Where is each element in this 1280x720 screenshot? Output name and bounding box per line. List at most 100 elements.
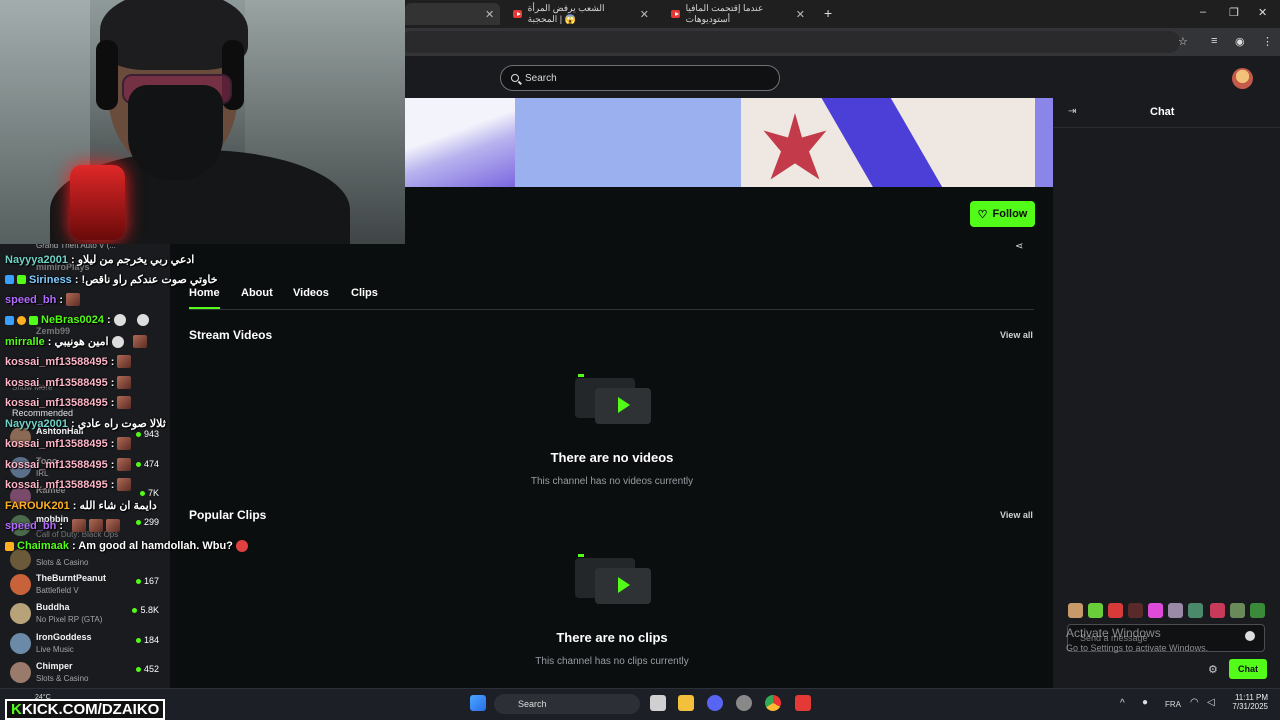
tab-about[interactable]: About bbox=[241, 287, 273, 299]
overlay-chat-message: Nayyya2001 : ثلالا صوت راه عادي bbox=[5, 417, 166, 431]
follow-button[interactable]: ♡ Follow bbox=[970, 201, 1035, 227]
send-chat-button[interactable]: Chat bbox=[1229, 659, 1267, 679]
overlay-username: speed_bh bbox=[5, 293, 57, 306]
taskbar-clock[interactable]: 11:11 PM 7/31/2025 bbox=[1228, 693, 1268, 711]
discord-icon[interactable] bbox=[707, 695, 723, 711]
youtube-taskbar-icon[interactable] bbox=[795, 695, 811, 711]
browser-tab-1[interactable]: الشعب يرفض المرأة المحجبة | 😱 ✕ bbox=[505, 3, 657, 25]
search-input[interactable]: Search bbox=[500, 65, 780, 91]
activate-windows-title: Activate Windows bbox=[1066, 626, 1161, 640]
tray-chevron-icon[interactable]: ^ bbox=[1120, 698, 1125, 709]
emote-icon bbox=[117, 458, 132, 471]
sidebar-channel[interactable]: Buddha No Pixel RP (GTA) 5.8K bbox=[10, 600, 165, 628]
emote-icon bbox=[89, 519, 104, 532]
close-window-button[interactable]: ✕ bbox=[1258, 6, 1267, 19]
emote-icon[interactable] bbox=[1108, 603, 1123, 618]
tab-home[interactable]: Home bbox=[189, 287, 220, 309]
collapse-chat-icon[interactable]: ⇥ bbox=[1068, 106, 1076, 117]
channel-avatar bbox=[10, 633, 31, 654]
viewer-count: 299 bbox=[135, 517, 159, 527]
bookmark-star-icon[interactable]: ☆ bbox=[1178, 35, 1188, 48]
overlay-chat-message: NeBras0024 : bbox=[5, 314, 149, 326]
channel-category: Live Music bbox=[36, 645, 74, 654]
app-icon[interactable] bbox=[736, 695, 752, 711]
overlay-text: : ثلالا صوت راه عادي bbox=[71, 418, 166, 430]
overlay-text: : bbox=[110, 437, 115, 450]
stream-url-overlay: KKICK.COM/DZAIKO bbox=[5, 699, 166, 720]
channel-avatar bbox=[10, 549, 31, 570]
emote-icon[interactable] bbox=[1088, 603, 1103, 618]
address-bar[interactable] bbox=[400, 31, 1180, 53]
clock-time: 11:11 PM bbox=[1234, 693, 1268, 702]
live-dot-icon bbox=[135, 432, 141, 438]
no-clips-title: There are no clips bbox=[556, 630, 668, 645]
search-icon bbox=[511, 74, 519, 82]
browser-tab-active[interactable]: ✕ bbox=[405, 3, 500, 25]
language-indicator[interactable]: FRA bbox=[1165, 700, 1181, 709]
overlay-chat-message: kossai_mf13588495 : bbox=[5, 396, 132, 409]
overlay-chat-message: speed_bh : bbox=[5, 519, 121, 532]
live-dot-icon bbox=[135, 520, 141, 526]
emote-icon[interactable] bbox=[1148, 603, 1163, 618]
emote-icon[interactable] bbox=[1128, 603, 1143, 618]
overlay-text: : !خاوتي صوت عندكم راو ناقص bbox=[74, 274, 218, 286]
task-view-icon[interactable] bbox=[650, 695, 666, 711]
windows-taskbar bbox=[0, 688, 1280, 720]
close-tab-icon[interactable]: ✕ bbox=[485, 8, 494, 21]
emote-icon[interactable] bbox=[1210, 603, 1225, 618]
share-icon[interactable]: ⋖ bbox=[1015, 241, 1023, 252]
overlay-chat-message: kossai_mf13588495 : bbox=[5, 376, 132, 389]
overlay-username: kossai_mf13588495 bbox=[5, 458, 108, 471]
overlay-chat-message: speed_bh : bbox=[5, 293, 81, 306]
overlay-username: kossai_mf13588495 bbox=[5, 376, 108, 389]
microphone-tray-icon[interactable]: ● bbox=[1142, 697, 1148, 708]
follow-label: Follow bbox=[992, 208, 1028, 220]
volume-icon[interactable]: ◁ bbox=[1207, 697, 1215, 708]
user-avatar[interactable] bbox=[1232, 68, 1253, 89]
headphones-left bbox=[96, 40, 118, 110]
youtube-icon bbox=[671, 10, 680, 18]
emote-icon[interactable] bbox=[1230, 603, 1245, 618]
popular-clips-title: Popular Clips bbox=[189, 508, 267, 522]
view-all-videos-link[interactable]: View all bbox=[1000, 330, 1033, 340]
new-tab-button[interactable]: + bbox=[824, 5, 832, 21]
crown-badge-icon bbox=[5, 541, 14, 551]
sidebar-channel[interactable]: IronGoddess Live Music 184 bbox=[10, 630, 165, 658]
minimize-button[interactable]: – bbox=[1200, 6, 1206, 18]
media-control-icon[interactable]: ≡ bbox=[1211, 35, 1217, 47]
emote-icon[interactable] bbox=[1250, 603, 1265, 618]
close-tab-icon[interactable]: ✕ bbox=[640, 8, 649, 21]
view-all-clips-link[interactable]: View all bbox=[1000, 510, 1033, 520]
badge-icon bbox=[17, 275, 26, 284]
overlay-username: Siriness bbox=[29, 273, 72, 286]
restore-button[interactable]: ❐ bbox=[1229, 6, 1239, 19]
chrome-icon[interactable] bbox=[765, 695, 781, 711]
channel-banner bbox=[405, 98, 1053, 187]
emoji-picker-icon[interactable] bbox=[1245, 631, 1255, 641]
overlay-text: : bbox=[110, 396, 115, 409]
profile-icon[interactable]: ◉ bbox=[1235, 35, 1245, 48]
overlay-chat-message: kossai_mf13588495 : bbox=[5, 437, 132, 450]
browser-tab-2[interactable]: عندما إقتحمت المافيا أستوديوهات ✕ bbox=[663, 3, 813, 25]
emote-icon[interactable] bbox=[1068, 603, 1083, 618]
chat-panel bbox=[1053, 98, 1280, 688]
overlay-username: Chaimaak bbox=[17, 540, 69, 552]
file-explorer-icon[interactable] bbox=[678, 695, 694, 711]
overlay-text: : bbox=[107, 314, 111, 326]
menu-icon[interactable]: ⋮ bbox=[1262, 35, 1273, 48]
tab-videos[interactable]: Videos bbox=[293, 287, 329, 299]
play-icon bbox=[618, 577, 630, 593]
taskbar-search[interactable]: Search bbox=[494, 694, 640, 714]
tab-clips[interactable]: Clips bbox=[351, 287, 378, 299]
sidebar-channel[interactable]: TheBurntPeanut Battlefield V 167 bbox=[10, 571, 165, 599]
chat-settings-gear-icon[interactable]: ⚙ bbox=[1208, 663, 1218, 676]
live-dot-icon bbox=[139, 491, 145, 497]
windows-start-icon[interactable] bbox=[470, 695, 486, 711]
emote-icon[interactable] bbox=[1168, 603, 1183, 618]
sidebar-channel[interactable]: Chimper Slots & Casino 452 bbox=[10, 659, 165, 687]
emote-icon[interactable] bbox=[1188, 603, 1203, 618]
close-tab-icon[interactable]: ✕ bbox=[796, 8, 805, 21]
overlay-username: kossai_mf13588495 bbox=[5, 437, 108, 450]
no-clips-subtitle: This channel has no clips currently bbox=[535, 656, 689, 667]
wifi-icon[interactable]: ◠ bbox=[1190, 697, 1199, 708]
